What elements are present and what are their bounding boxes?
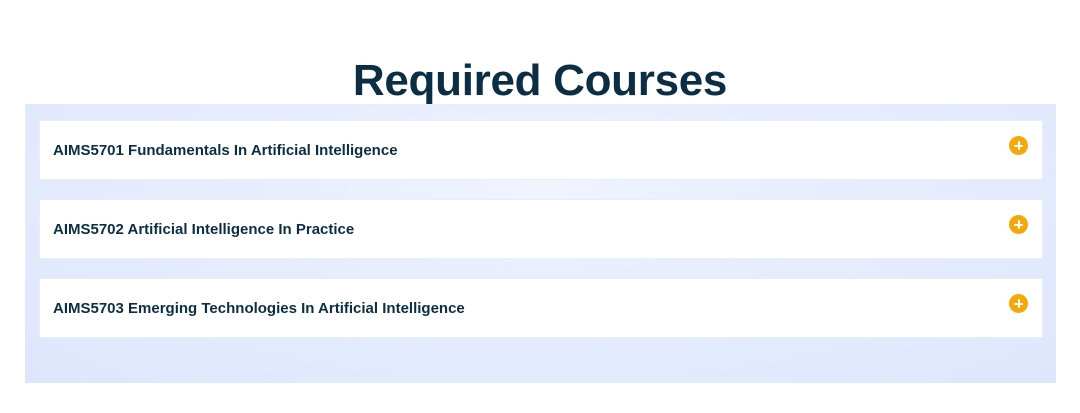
course-item-aims5701[interactable]: AIMS5701 Fundamentals In Artificial Inte…: [39, 120, 1043, 180]
course-item-aims5703[interactable]: AIMS5703 Emerging Technologies In Artifi…: [39, 278, 1043, 338]
plus-circle-icon[interactable]: [1009, 136, 1028, 155]
page-title: Required Courses: [352, 56, 728, 106]
course-title: AIMS5701 Fundamentals In Artificial Inte…: [53, 142, 398, 159]
plus-circle-icon[interactable]: [1009, 294, 1028, 313]
course-title: AIMS5702 Artificial Intelligence In Prac…: [53, 221, 355, 238]
page: Required Courses AIMS5701 Fundamentals I…: [0, 0, 1080, 413]
course-title: AIMS5703 Emerging Technologies In Artifi…: [53, 300, 465, 317]
plus-circle-icon[interactable]: [1009, 215, 1028, 234]
courses-accordion: AIMS5701 Fundamentals In Artificial Inte…: [25, 104, 1056, 383]
course-item-aims5702[interactable]: AIMS5702 Artificial Intelligence In Prac…: [39, 199, 1043, 259]
